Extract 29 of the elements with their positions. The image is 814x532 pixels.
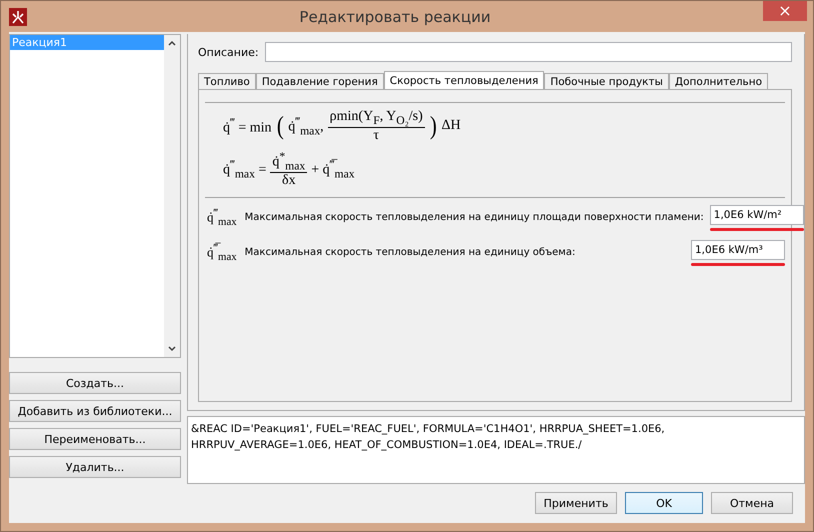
window-title: Редактировать реакции	[298, 8, 492, 26]
dialog-button[interactable]: Отмена	[711, 492, 793, 514]
side-button[interactable]: Добавить из библиотеки...	[9, 400, 181, 422]
dialog-button[interactable]: OK	[625, 492, 703, 514]
value-field[interactable]: 1,0E6 kW/m²	[710, 204, 804, 225]
formula-paren: (	[276, 113, 284, 140]
parameter-label: Максимальная скорость тепловыделения на единицу площади поверхности пламени:	[244, 212, 704, 224]
formula-denominator: τ	[373, 128, 380, 144]
description-label: Описание:	[198, 46, 259, 58]
formula-paren: )	[430, 113, 437, 140]
dialog-button[interactable]: Применить	[535, 492, 617, 514]
tab[interactable]: Скорость тепловыделения	[384, 71, 544, 89]
tab[interactable]: Топливо	[198, 73, 256, 89]
tab[interactable]: Побочные продукты	[544, 73, 669, 89]
formula-text: q̇$^{‴}$$_{max}$,	[288, 115, 324, 138]
output-text[interactable]: &REAC ID='Реакция1', FUEL='REAC_FUEL', FORMULA='C1H4O1', HRRPUA_SHEET=1.0E6, HRRPUV_AVERAGE=1.0E6, HEAT_OF_COMBUSTION=1.0E4, IDEAL=.TRUE./	[187, 416, 805, 484]
tab[interactable]: Подавление горения	[256, 73, 384, 89]
tab[interactable]: Дополнительно	[668, 73, 768, 89]
close-button[interactable]: ×	[763, 1, 807, 21]
side-button[interactable]: Переименовать...	[9, 428, 181, 450]
side-button[interactable]: Создать...	[9, 372, 181, 394]
formula-numerator: ρmin(Y$_{F}$, Y$_{O₂}$/s)	[328, 109, 425, 128]
formula-text: q̇$^{‴}$$_{max}$ =	[223, 158, 266, 181]
formula-denominator: δx	[282, 173, 296, 190]
parameter-label: Максимальная скорость тепловыделения на единицу объема:	[244, 247, 576, 258]
value-field[interactable]: 1,0E6 kW/m³	[691, 240, 785, 260]
formula-text: q̇$^{‴}$ = min	[223, 116, 272, 137]
side-button[interactable]: Удалить...	[9, 456, 181, 478]
formula-text: ΔH	[441, 118, 461, 134]
